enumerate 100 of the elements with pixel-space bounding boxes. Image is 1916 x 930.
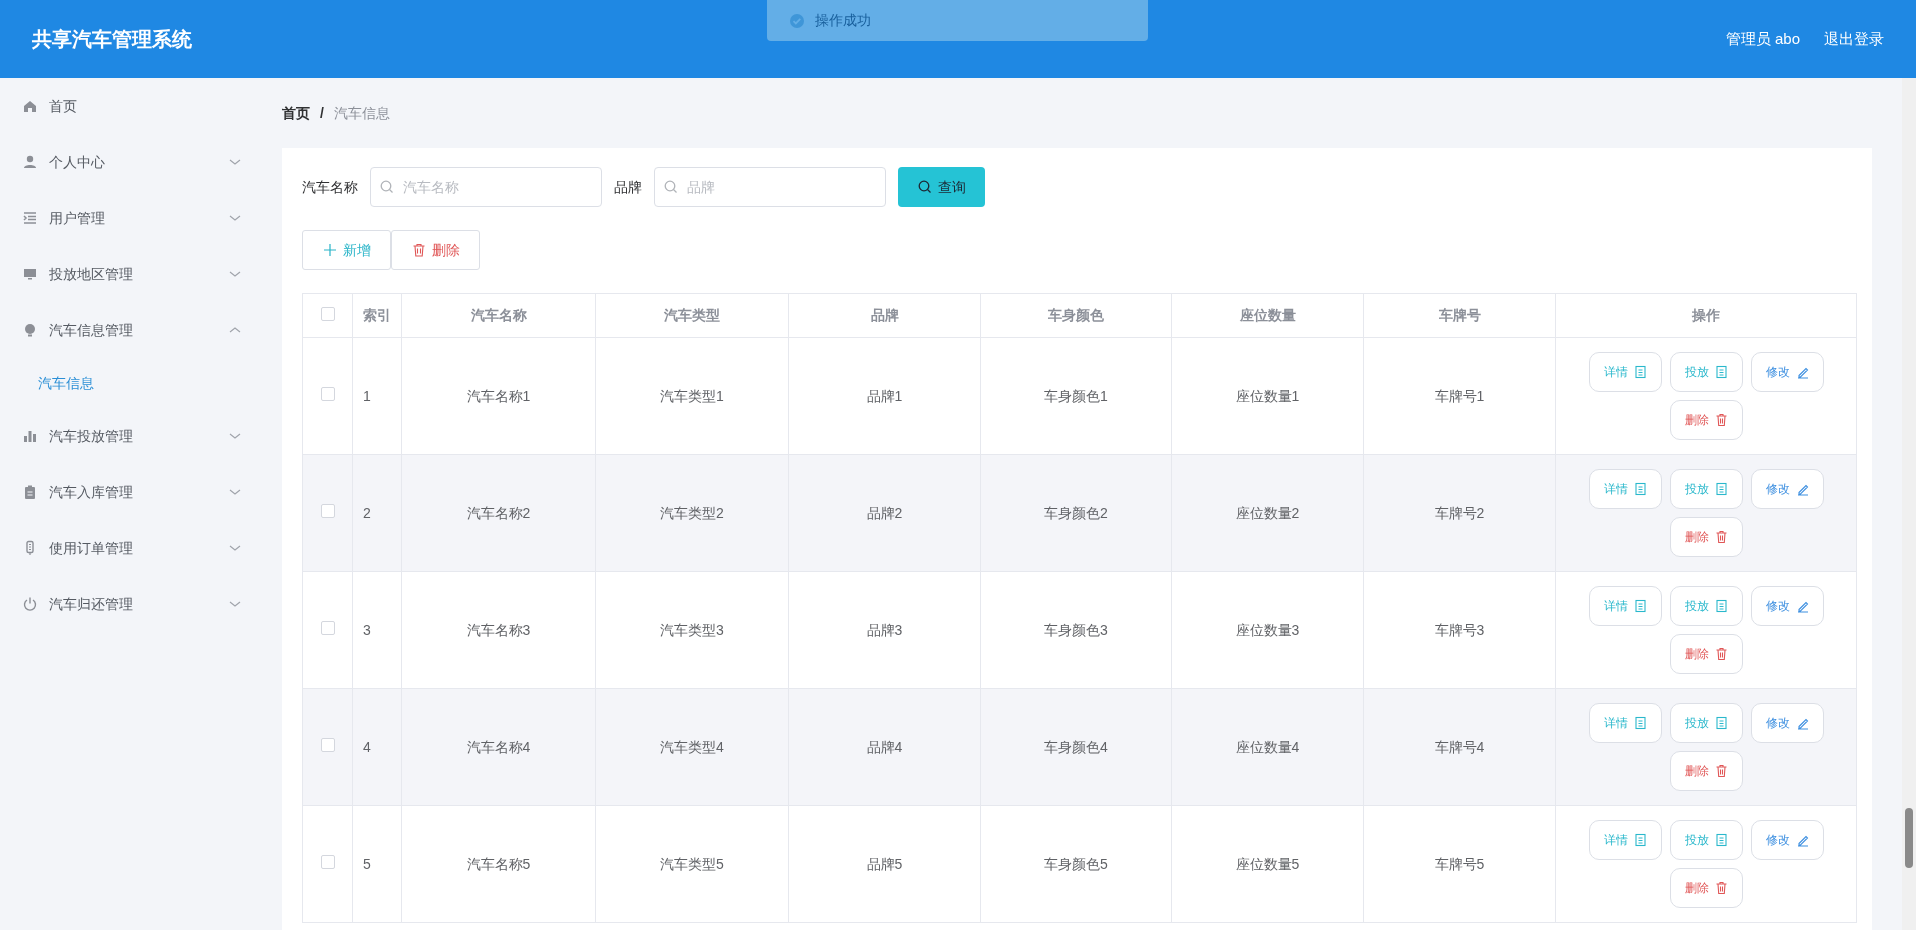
table-cell: 车牌号2 [1434,504,1485,521]
edit-button[interactable]: 修改 [1750,703,1824,743]
column-header: 车牌号 [1438,307,1481,323]
trash-icon [1714,647,1728,661]
edit-button[interactable]: 修改 [1750,820,1824,860]
edit-button[interactable]: 修改 [1750,352,1824,392]
delete-button[interactable]: 删除 [1669,751,1743,791]
edit-button[interactable]: 修改 [1750,586,1824,626]
sidebar-item[interactable]: 用户管理 [0,190,269,246]
sidebar-item[interactable]: 汽车投放管理 [0,408,269,464]
table-cell: 品牌2 [866,504,903,521]
sidebar-item[interactable]: 使用订单管理 [0,520,269,576]
table-cell: 品牌1 [866,387,903,404]
checkbox[interactable] [320,621,335,635]
table-cell: 车牌号3 [1434,621,1485,638]
check-circle-icon [789,12,805,29]
field-label: 品牌 [614,177,642,197]
search-icon [380,180,394,194]
checkbox[interactable] [320,306,335,321]
sidebar-subitem[interactable]: 汽车信息 [0,358,269,408]
detail-button[interactable]: 详情 [1588,469,1662,509]
table-cell: 汽车类型3 [660,621,724,638]
detail-button[interactable]: 详情 [1588,703,1662,743]
document-icon [1714,599,1728,613]
deploy-button[interactable]: 投放 [1669,703,1743,743]
column-header: 座位数量 [1239,307,1296,323]
table-cell: 座位数量3 [1235,621,1300,638]
breadcrumb-link[interactable]: 首页 [282,102,310,124]
checkbox[interactable] [320,387,335,401]
table-cell: 汽车类型1 [660,387,724,404]
table-cell: 座位数量1 [1235,387,1300,404]
document-icon [1714,365,1728,379]
detail-button[interactable]: 详情 [1588,352,1662,392]
table-cell: 汽车名称4 [466,738,531,755]
sidebar-item[interactable]: 汽车信息管理 [0,302,269,358]
search-field[interactable]: 汽车名称 [370,167,602,207]
deploy-button[interactable]: 投放 [1669,820,1743,860]
table-cell: 品牌5 [866,855,903,872]
delete-button[interactable]: 删除 [391,230,480,270]
table-cell: 座位数量2 [1235,504,1300,521]
column-header: 品牌 [870,307,899,323]
table-cell: 汽车类型4 [660,738,724,755]
table-cell: 座位数量5 [1235,855,1300,872]
column-header: 操作 [1692,307,1720,323]
table-cell: 车身颜色3 [1044,621,1108,638]
sidebar-item[interactable]: 个人中心 [0,134,269,190]
bar-chart-icon [22,428,38,444]
search-icon [917,180,932,194]
clipboard-icon [22,484,38,500]
detail-button[interactable]: 详情 [1588,586,1662,626]
table-cell: 车身颜色5 [1044,855,1108,872]
column-header: 索引 [363,307,391,323]
document-icon [1714,833,1728,847]
sidebar-item[interactable]: 汽车归还管理 [0,576,269,632]
breadcrumb-separator: / [320,103,324,123]
logout-link[interactable]: 退出登录 [1824,27,1884,51]
sidebar-item[interactable]: 投放地区管理 [0,246,269,302]
add-button[interactable]: 新增 [302,230,391,270]
deploy-button[interactable]: 投放 [1669,469,1743,509]
sidebar-item[interactable]: 汽车入库管理 [0,464,269,520]
pencil-icon [1795,365,1809,379]
checkbox[interactable] [320,738,335,752]
column-header: 车身颜色 [1048,307,1104,323]
table-cell: 品牌4 [866,738,903,755]
query-button[interactable]: 查询 [898,167,985,207]
bulb-icon [22,322,38,338]
table-cell: 车身颜色4 [1044,738,1108,755]
document-icon [1714,716,1728,730]
delete-button[interactable]: 删除 [1669,517,1743,557]
column-header: 汽车类型 [664,307,720,323]
table-cell: 汽车名称2 [466,504,531,521]
trash-icon [1714,413,1728,427]
table-cell: 4 [363,738,371,755]
checkbox[interactable] [320,504,335,518]
deploy-button[interactable]: 投放 [1669,586,1743,626]
trash-icon [1714,881,1728,895]
app-title: 共享汽车管理系统 [32,27,192,52]
table-cell: 车牌号1 [1434,387,1485,404]
table-cell: 座位数量4 [1235,738,1300,755]
table-cell: 品牌3 [866,621,903,638]
home-icon [22,98,38,114]
table-cell: 汽车名称1 [466,387,531,404]
trash-icon [1714,764,1728,778]
table-cell: 车身颜色1 [1044,387,1108,404]
trash-icon [411,243,426,257]
delete-button[interactable]: 删除 [1669,634,1743,674]
table-cell: 5 [363,855,371,872]
document-icon [1633,716,1647,730]
checkbox[interactable] [320,855,335,869]
deploy-button[interactable]: 投放 [1669,352,1743,392]
delete-button[interactable]: 删除 [1669,400,1743,440]
search-field[interactable]: 品牌 [654,167,886,207]
document-icon [1633,482,1647,496]
detail-button[interactable]: 详情 [1588,820,1662,860]
sidebar-item[interactable]: 首页 [0,78,269,134]
table-cell: 汽车名称3 [466,621,531,638]
edit-button[interactable]: 修改 [1750,469,1824,509]
delete-button[interactable]: 删除 [1669,868,1743,908]
pencil-icon [1795,482,1809,496]
document-icon [1633,833,1647,847]
